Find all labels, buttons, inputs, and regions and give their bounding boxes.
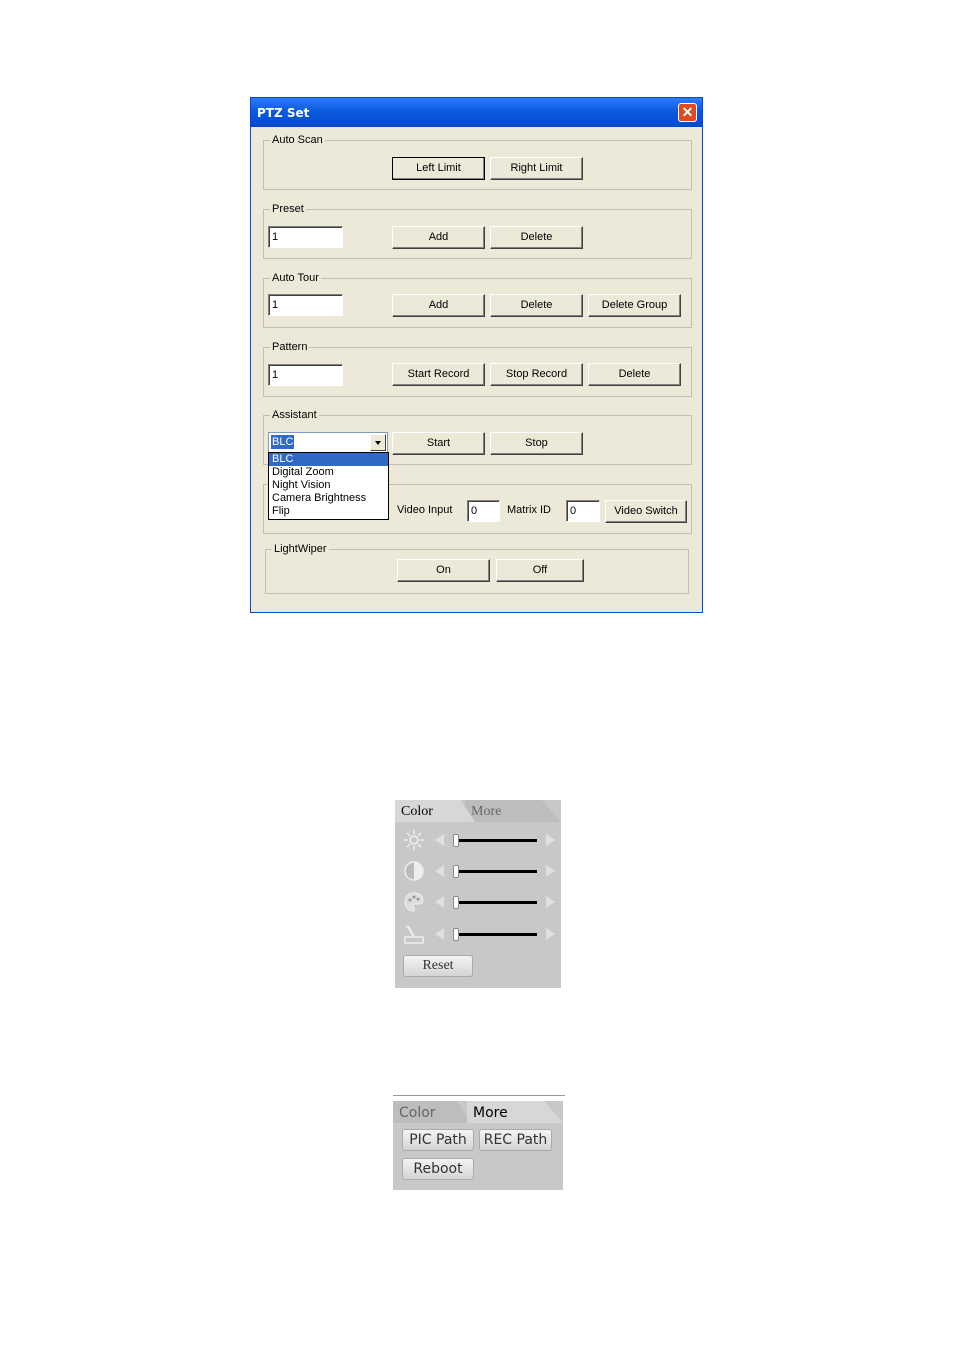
brightness-decrease-button[interactable] <box>435 834 444 846</box>
matrix-id-label: Matrix ID <box>507 504 551 516</box>
right-limit-button[interactable]: Right Limit <box>490 157 583 180</box>
preset-add-button[interactable]: Add <box>392 226 485 249</box>
saturation-increase-button[interactable] <box>546 896 555 908</box>
dropdown-option-blc[interactable]: BLC <box>269 453 388 466</box>
tab-color[interactable]: Color <box>395 800 475 822</box>
hue-decrease-button[interactable] <box>435 928 444 940</box>
contrast-slider-thumb[interactable] <box>453 865 459 878</box>
reboot-button[interactable]: Reboot <box>402 1158 474 1180</box>
hue-slider[interactable] <box>453 933 537 936</box>
video-switch-button[interactable]: Video Switch <box>605 500 687 523</box>
close-button[interactable]: ✕ <box>678 103 697 122</box>
matrix-id-field[interactable]: 0 <box>566 500 600 522</box>
contrast-increase-button[interactable] <box>546 865 555 877</box>
saturation-slider-thumb[interactable] <box>453 896 459 909</box>
brightness-slider-thumb[interactable] <box>453 834 459 847</box>
saturation-decrease-button[interactable] <box>435 896 444 908</box>
auto-tour-legend: Auto Tour <box>270 272 321 284</box>
stop-record-button[interactable]: Stop Record <box>490 363 583 386</box>
chevron-down-icon[interactable] <box>370 434 386 451</box>
close-icon: ✕ <box>681 104 694 120</box>
light-wiper-legend: LightWiper <box>272 543 329 555</box>
brightness-increase-button[interactable] <box>546 834 555 846</box>
dropdown-option-flip[interactable]: Flip <box>269 505 388 518</box>
assistant-start-button[interactable]: Start <box>392 432 485 455</box>
tab-color-label: Color <box>399 1105 436 1121</box>
contrast-decrease-button[interactable] <box>435 865 444 877</box>
contrast-icon <box>404 861 424 881</box>
tab-more-label: More <box>471 804 502 819</box>
tab-color-label: Color <box>401 804 433 819</box>
tab-color[interactable]: Color <box>393 1101 471 1123</box>
light-wiper-off-button[interactable]: Off <box>496 559 584 582</box>
contrast-slider[interactable] <box>453 870 537 873</box>
tab-more[interactable]: More <box>465 800 561 822</box>
preset-legend: Preset <box>270 203 306 215</box>
video-input-field[interactable]: 0 <box>467 500 500 522</box>
saturation-icon <box>404 892 424 912</box>
pattern-number-input[interactable]: 1 <box>268 364 343 386</box>
pattern-legend: Pattern <box>270 341 310 353</box>
saturation-slider[interactable] <box>453 901 537 904</box>
hue-slider-thumb[interactable] <box>453 928 459 941</box>
pic-path-button[interactable]: PIC Path <box>402 1129 474 1151</box>
brightness-icon <box>404 830 424 850</box>
video-input-label: Video Input <box>397 504 453 516</box>
color-panel: More Color Reset <box>395 800 561 988</box>
brightness-slider[interactable] <box>453 839 537 842</box>
dropdown-option-camera-brightness[interactable]: Camera Brightness <box>269 492 388 505</box>
tour-delete-group-button[interactable]: Delete Group <box>588 294 681 317</box>
assistant-dropdown-list: BLC Digital Zoom Night Vision Camera Bri… <box>268 452 389 520</box>
pattern-delete-button[interactable]: Delete <box>588 363 681 386</box>
assistant-select[interactable]: BLC <box>268 432 388 453</box>
tour-number-input[interactable]: 1 <box>268 294 343 316</box>
assistant-legend: Assistant <box>270 409 319 421</box>
light-wiper-on-button[interactable]: On <box>397 559 490 582</box>
more-panel: Color More PIC Path REC Path Reboot <box>393 1101 563 1190</box>
tour-add-button[interactable]: Add <box>392 294 485 317</box>
more-panel-divider <box>393 1095 565 1096</box>
preset-number-input[interactable]: 1 <box>268 226 343 248</box>
auto-scan-legend: Auto Scan <box>270 134 325 146</box>
dialog-title: PTZ Set <box>257 106 310 120</box>
rec-path-button[interactable]: REC Path <box>479 1129 552 1151</box>
hue-icon <box>404 925 424 944</box>
reset-button[interactable]: Reset <box>403 955 473 977</box>
start-record-button[interactable]: Start Record <box>392 363 485 386</box>
hue-increase-button[interactable] <box>546 928 555 940</box>
tour-delete-button[interactable]: Delete <box>490 294 583 317</box>
preset-delete-button[interactable]: Delete <box>490 226 583 249</box>
tab-more-label: More <box>473 1105 508 1121</box>
assistant-stop-button[interactable]: Stop <box>490 432 583 455</box>
dropdown-option-night-vision[interactable]: Night Vision <box>269 479 388 492</box>
tab-more[interactable]: More <box>467 1101 563 1123</box>
assistant-select-value: BLC <box>271 435 295 449</box>
title-bar[interactable]: PTZ Set ✕ <box>251 98 702 127</box>
left-limit-button[interactable]: Left Limit <box>392 157 485 180</box>
dropdown-option-digital-zoom[interactable]: Digital Zoom <box>269 466 388 479</box>
